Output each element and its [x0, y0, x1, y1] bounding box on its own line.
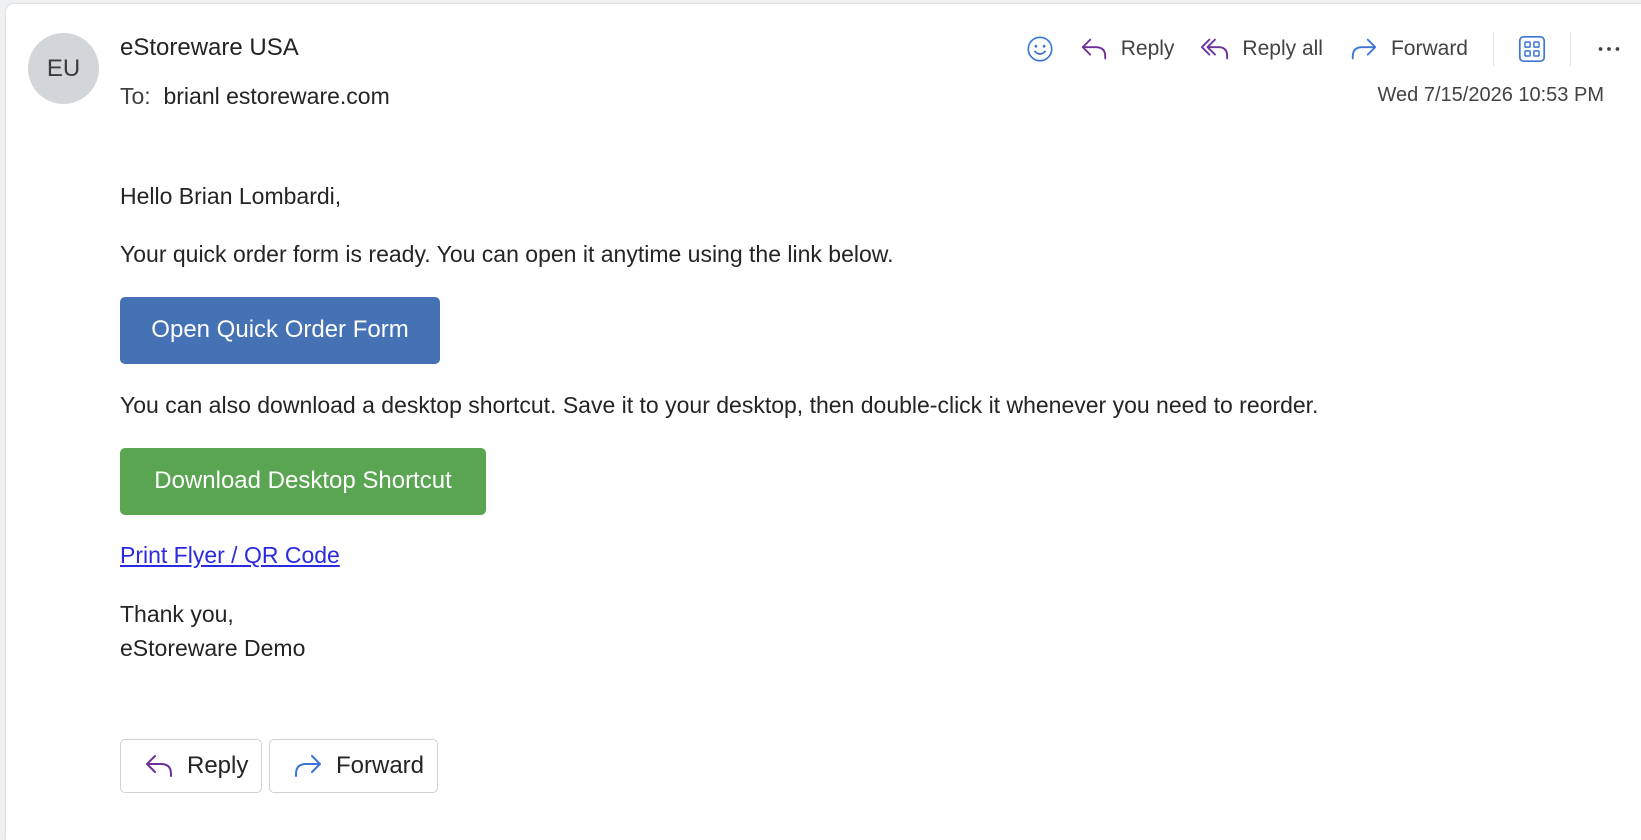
message-toolbar: Reply Reply all Forward [1014, 28, 1641, 70]
signature-text: eStoreware Demo [120, 635, 306, 661]
toolbar-divider [1570, 32, 1571, 66]
reply-all-button[interactable]: Reply all [1187, 28, 1336, 70]
reply-icon [146, 755, 172, 777]
footer-forward-button[interactable]: Forward [269, 739, 438, 793]
signoff-text: Thank you, [120, 601, 234, 627]
reply-label: Reply [1120, 37, 1175, 60]
forward-icon [1351, 38, 1377, 60]
forward-icon [295, 755, 321, 777]
footer-reply-label: Reply [187, 752, 249, 779]
download-desktop-shortcut-button[interactable]: Download Desktop Shortcut [120, 448, 486, 515]
reply-all-label: Reply all [1242, 37, 1323, 60]
reply-all-icon [1201, 38, 1229, 60]
reply-icon [1081, 38, 1106, 60]
smiley-icon [1027, 36, 1053, 62]
footer-reply-button[interactable]: Reply [120, 739, 262, 793]
recipient-address[interactable]: brianl estoreware.com [163, 83, 389, 109]
body-paragraph: Your quick order form is ready. You can … [120, 241, 894, 267]
greeting-text: Hello Brian Lombardi, [120, 183, 342, 209]
forward-label: Forward [1390, 37, 1468, 60]
open-quick-order-form-button[interactable]: Open Quick Order Form [120, 297, 440, 364]
print-flyer-link[interactable]: Print Flyer / QR Code [120, 539, 340, 572]
more-actions-button[interactable] [1583, 28, 1635, 70]
grid-icon [1518, 35, 1546, 63]
footer-forward-label: Forward [336, 752, 425, 779]
body-paragraph: You can also download a desktop shortcut… [120, 392, 1319, 418]
email-reading-pane: EU eStoreware USA To: brianl estoreware.… [6, 4, 1641, 840]
toolbar-divider [1493, 32, 1494, 66]
to-label: To: [120, 83, 151, 109]
more-icon [1598, 47, 1620, 51]
reply-button[interactable]: Reply [1066, 28, 1188, 70]
forward-button[interactable]: Forward [1336, 28, 1481, 70]
apps-button[interactable] [1506, 28, 1558, 70]
avatar-initials: EU [46, 54, 81, 82]
message-date: Wed 7/15/2026 10:53 PM [1377, 84, 1604, 106]
recipient-line: To: brianl estoreware.com [120, 83, 390, 110]
react-button[interactable] [1014, 28, 1066, 70]
avatar[interactable]: EU [28, 33, 99, 104]
sender-name[interactable]: eStoreware USA [120, 34, 299, 62]
